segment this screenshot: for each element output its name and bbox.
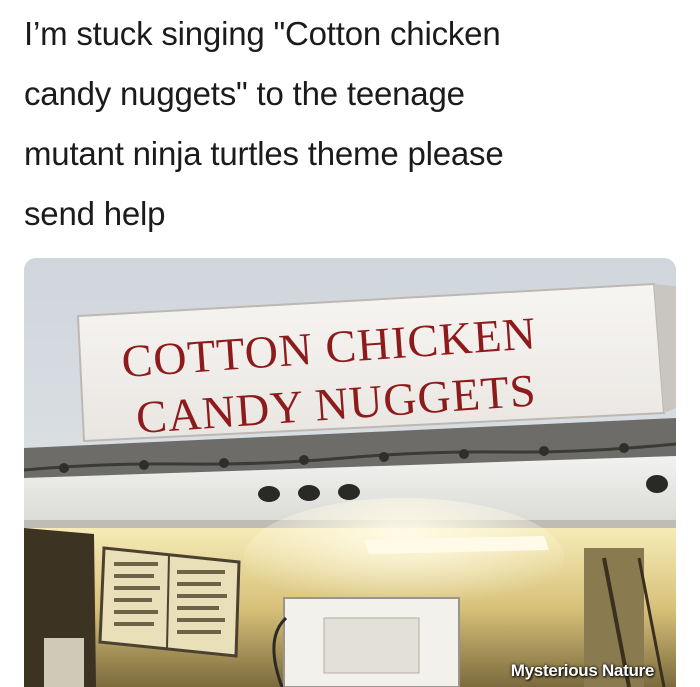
- meme-caption: I’m stuck singing "Cotton chicken candy …: [24, 4, 674, 244]
- caption-line-2: candy nuggets" to the teenage: [24, 75, 465, 112]
- caption-line-3: mutant ninja turtles theme please: [24, 135, 504, 172]
- watermark: Mysterious Nature: [510, 661, 655, 680]
- meme-post: I’m stuck singing "Cotton chicken candy …: [0, 0, 700, 687]
- caption-line-4: send help: [24, 195, 166, 232]
- food-truck-photo: COTTON CHICKEN CANDY NUGGETS Mysterious …: [24, 258, 676, 687]
- food-truck-illustration: COTTON CHICKEN CANDY NUGGETS: [24, 258, 676, 687]
- menu-board: [98, 546, 241, 658]
- caption-line-1: I’m stuck singing "Cotton chicken: [24, 15, 501, 52]
